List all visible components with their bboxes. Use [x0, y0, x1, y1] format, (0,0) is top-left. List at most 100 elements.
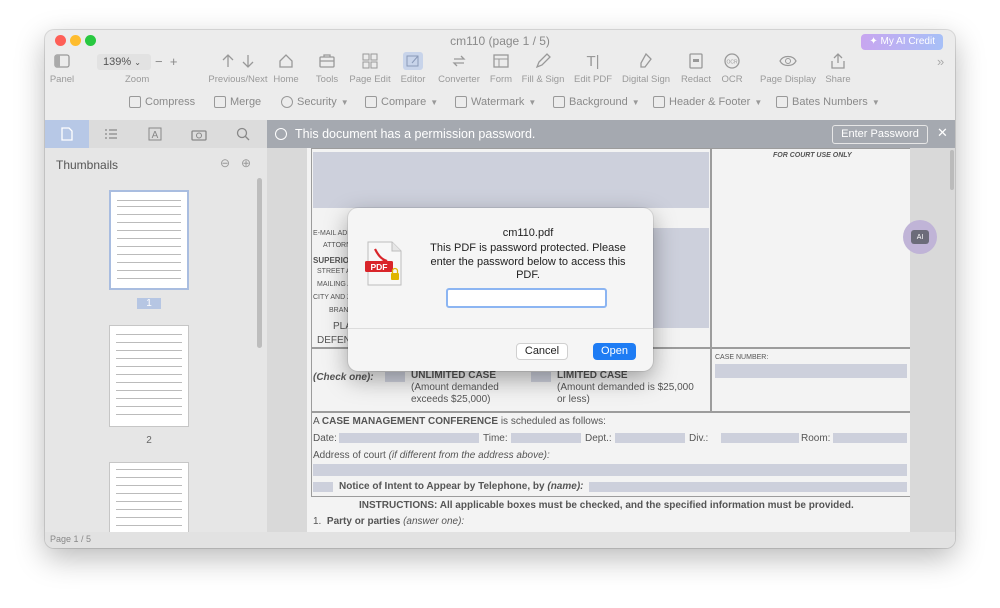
- password-dialog: PDF cm110.pdf This PDF is password prote…: [348, 208, 653, 371]
- ocr-icon: OCR: [703, 52, 761, 70]
- chevron-down-icon: ⌄: [134, 58, 141, 67]
- ai-credit-button[interactable]: ✦ My AI Credit: [861, 34, 943, 50]
- party-label: Party or parties: [326, 516, 401, 527]
- security-button[interactable]: Security ▼: [281, 96, 349, 108]
- caret-down-icon: ▼: [871, 97, 880, 107]
- room-label: Room:: [801, 433, 831, 444]
- watermark-label: Watermark: [471, 96, 525, 108]
- tab-outline[interactable]: [89, 120, 133, 148]
- city-label: CITY AND Z: [313, 294, 352, 301]
- background-icon: [553, 96, 565, 108]
- edit-pdf-icon: T|: [586, 52, 600, 70]
- thumbnail-label-1: 1: [137, 298, 161, 309]
- compress-button[interactable]: Compress: [129, 96, 195, 108]
- compress-icon: [129, 96, 141, 108]
- toolbar-share-button[interactable]: Share: [809, 52, 867, 85]
- unlimited-label: UNLIMITED CASE: [411, 370, 496, 381]
- date-label: Date:: [313, 433, 337, 444]
- time-label: Time:: [483, 433, 508, 444]
- toolbar-ocr-button[interactable]: OCR OCR: [703, 52, 761, 85]
- limited-sub1: (Amount demanded is $25,000: [557, 382, 694, 393]
- bates-numbers-button[interactable]: Bates Numbers ▼: [776, 96, 880, 108]
- header-footer-label: Header & Footer: [669, 96, 751, 108]
- address-fill: [313, 464, 907, 476]
- enter-password-button[interactable]: Enter Password: [832, 125, 928, 144]
- background-label: Background: [569, 96, 628, 108]
- thumbnail-page-1[interactable]: [109, 190, 189, 290]
- header-footer-icon: [653, 96, 665, 108]
- background-button[interactable]: Background ▼: [553, 96, 640, 108]
- page-icon: [61, 127, 73, 141]
- tab-thumbnails[interactable]: [45, 120, 89, 148]
- email-label: E-MAIL ADD: [313, 230, 353, 237]
- bates-numbers-icon: [776, 96, 788, 108]
- caret-down-icon: ▼: [340, 97, 349, 107]
- compress-label: Compress: [145, 96, 196, 108]
- close-icon[interactable]: ✕: [937, 125, 948, 141]
- cmc-prefix: A: [313, 416, 320, 427]
- unlimited-sub1: (Amount demanded: [411, 382, 499, 393]
- status-bar: Page 1 / 5: [45, 532, 955, 548]
- svg-text:OCR: OCR: [726, 60, 738, 66]
- court-use-label: FOR COURT USE ONLY: [773, 152, 852, 159]
- toolbar-ocr-label: OCR: [721, 74, 743, 85]
- tab-annotations[interactable]: A: [133, 120, 177, 148]
- header-footer-button[interactable]: Header & Footer ▼: [653, 96, 762, 108]
- compare-button[interactable]: Compare ▼: [365, 96, 438, 108]
- notice-line: Notice of Intent to Appear by Telephone,…: [339, 481, 583, 492]
- address-italic: (if different from the address above):: [388, 450, 550, 461]
- window-title: cm110 (page 1 / 5): [450, 34, 550, 48]
- notice-italic: (name):: [547, 481, 584, 492]
- zoom-out-button[interactable]: −: [155, 54, 163, 69]
- dialog-title: cm110.pdf: [502, 227, 554, 239]
- toolbar-panel-button[interactable]: Panel: [45, 52, 91, 85]
- dept-fill: [615, 433, 685, 443]
- cmc-bold: CASE MANAGEMENT CONFERENCE: [321, 416, 499, 427]
- notice-fill: [589, 482, 907, 492]
- merge-icon: [214, 96, 226, 108]
- secondary-toolbar: Compress Merge Security ▼ Compare ▼ Waterm…: [45, 92, 955, 116]
- street-label: STREET A: [317, 268, 351, 275]
- court-use-box: [711, 148, 910, 348]
- dialog-divider: [348, 328, 653, 329]
- pdf-icon-text: PDF: [371, 262, 388, 272]
- party-line: 1. Party or parties (answer one):: [313, 516, 464, 527]
- share-icon: [809, 52, 867, 70]
- toolbar-overflow-icon[interactable]: »: [937, 54, 944, 69]
- thumbnail-page-3[interactable]: [109, 462, 189, 534]
- tab-snapshots[interactable]: [177, 120, 221, 148]
- attorney-fill: [313, 152, 709, 208]
- notice-label: Notice of Intent to Appear by Telephone,…: [339, 481, 545, 492]
- merge-button[interactable]: Merge: [214, 96, 261, 108]
- zoom-out-thumbnails-icon[interactable]: ⊖: [220, 156, 230, 170]
- zoom-in-button[interactable]: +: [170, 54, 178, 69]
- toolbar-edit-pdf-button[interactable]: T| Edit PDF: [564, 52, 622, 86]
- bates-numbers-label: Bates Numbers: [792, 96, 868, 108]
- sidebar-scrollbar[interactable]: [257, 178, 262, 348]
- zoom-value: 139%: [103, 56, 132, 68]
- sidebar: A Thumbnails ⊖ ⊕ 1 2: [45, 120, 267, 534]
- main-toolbar: Panel 139% ⌄ − + Zoom Previous/Next Home…: [45, 50, 955, 90]
- ai-assistant-button[interactable]: AI: [903, 220, 937, 254]
- password-input[interactable]: [446, 288, 607, 308]
- tab-search[interactable]: [221, 120, 265, 148]
- time-fill: [511, 433, 581, 443]
- dept-label: Dept.:: [585, 433, 612, 444]
- open-button[interactable]: Open: [593, 343, 636, 360]
- party-num: 1.: [313, 516, 322, 527]
- shield-icon: [281, 96, 293, 108]
- address-line: Address of court (if different from the …: [313, 450, 550, 461]
- zoom-select[interactable]: 139% ⌄: [97, 54, 151, 70]
- document-scrollbar[interactable]: [950, 150, 954, 190]
- date-fill: [339, 433, 479, 443]
- cmc-suffix: is scheduled as follows:: [500, 416, 606, 427]
- camera-icon: [191, 129, 207, 141]
- zoom-in-thumbnails-icon[interactable]: ⊕: [241, 156, 251, 170]
- cancel-button[interactable]: Cancel: [516, 343, 568, 360]
- party-italic: (answer one):: [403, 516, 465, 527]
- thumbnail-page-2[interactable]: [109, 325, 189, 427]
- watermark-button[interactable]: Watermark ▼: [455, 96, 536, 108]
- branch-label: BRAN: [329, 307, 349, 314]
- page-indicator: Page 1 / 5: [50, 534, 92, 544]
- superior-label: SUPERIO: [313, 256, 350, 265]
